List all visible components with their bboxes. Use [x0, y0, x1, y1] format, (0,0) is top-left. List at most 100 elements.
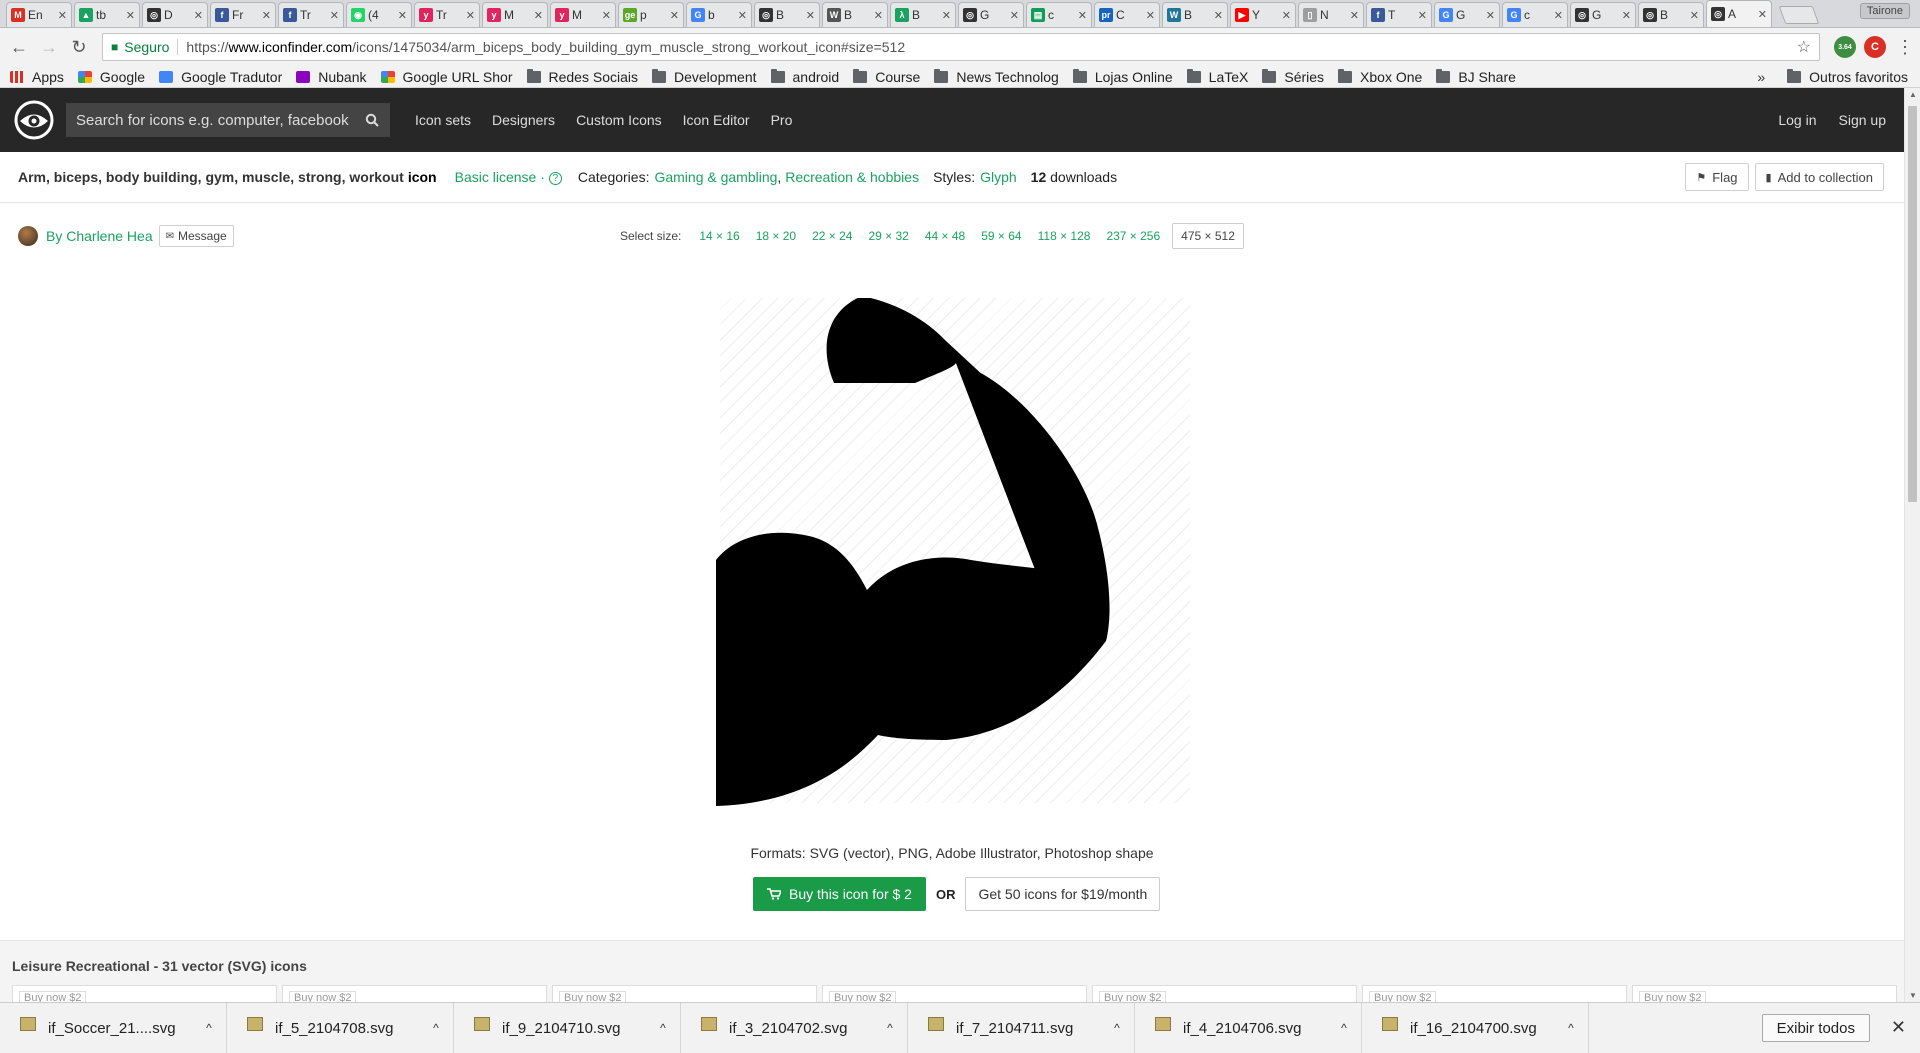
- browser-tab[interactable]: G G ✕: [1434, 2, 1500, 27]
- avatar[interactable]: [18, 226, 38, 246]
- browser-tab[interactable]: M En ✕: [6, 2, 72, 27]
- download-item[interactable]: if_7_2104711.svg ^: [908, 1002, 1135, 1053]
- close-icon[interactable]: ✕: [1891, 1017, 1906, 1038]
- tab-close-icon[interactable]: ✕: [126, 9, 135, 22]
- tab-close-icon[interactable]: ✕: [262, 9, 271, 22]
- browser-tab[interactable]: ◎ G ✕: [1570, 2, 1636, 27]
- chevron-up-icon[interactable]: ^: [419, 1021, 453, 1035]
- extension-red-icon[interactable]: C: [1864, 36, 1886, 58]
- browser-tab[interactable]: ▯ N ✕: [1298, 2, 1364, 27]
- bookmark-item[interactable]: android: [770, 68, 839, 85]
- tab-close-icon[interactable]: ✕: [1554, 9, 1563, 22]
- reload-button[interactable]: ↻: [66, 34, 92, 60]
- chevron-up-icon[interactable]: ^: [1100, 1021, 1134, 1035]
- bookmark-item[interactable]: Apps: [10, 69, 64, 85]
- tab-close-icon[interactable]: ✕: [1486, 9, 1495, 22]
- bookmark-item[interactable]: Course: [853, 68, 920, 85]
- tab-close-icon[interactable]: ✕: [1146, 9, 1155, 22]
- download-item[interactable]: if_16_2104700.svg ^: [1362, 1002, 1589, 1053]
- bookmark-item[interactable]: Séries: [1262, 68, 1324, 85]
- nav-pro[interactable]: Pro: [771, 112, 793, 128]
- nav-custom-icons[interactable]: Custom Icons: [576, 112, 662, 128]
- tab-close-icon[interactable]: ✕: [942, 9, 951, 22]
- tab-close-icon[interactable]: ✕: [1690, 9, 1699, 22]
- browser-tab[interactable]: f T ✕: [1366, 2, 1432, 27]
- help-icon[interactable]: ?: [548, 172, 562, 185]
- browser-tab[interactable]: y M ✕: [482, 2, 548, 27]
- browser-tab[interactable]: ◎ G ✕: [958, 2, 1024, 27]
- size-option[interactable]: 237 × 256: [1098, 223, 1168, 249]
- chevron-up-icon[interactable]: ^: [1554, 1021, 1588, 1035]
- chevron-up-icon[interactable]: ^: [873, 1021, 907, 1035]
- profile-button[interactable]: Tairone: [1859, 3, 1910, 19]
- browser-tab[interactable]: f Fr ✕: [210, 2, 276, 27]
- tab-close-icon[interactable]: ✕: [806, 9, 815, 22]
- browser-tab[interactable]: λ B ✕: [890, 2, 956, 27]
- icon-search-input[interactable]: [76, 111, 354, 129]
- size-option[interactable]: 22 × 24: [804, 223, 860, 249]
- download-item[interactable]: if_5_2104708.svg ^: [227, 1002, 454, 1053]
- tab-close-icon[interactable]: ✕: [330, 9, 339, 22]
- tab-close-icon[interactable]: ✕: [194, 9, 203, 22]
- new-tab-button[interactable]: [1778, 6, 1820, 24]
- forward-button[interactable]: →: [36, 34, 62, 60]
- bookmark-item[interactable]: LaTeX: [1186, 68, 1248, 85]
- bookmark-item[interactable]: Lojas Online: [1072, 68, 1173, 85]
- size-option-selected[interactable]: 475 × 512: [1172, 223, 1244, 249]
- nav-icon-sets[interactable]: Icon sets: [415, 112, 471, 128]
- tab-close-icon[interactable]: ✕: [398, 9, 407, 22]
- back-button[interactable]: ←: [6, 34, 32, 60]
- bookmark-star-icon[interactable]: ☆: [1797, 37, 1811, 57]
- browser-tab[interactable]: ◎ B ✕: [1638, 2, 1704, 27]
- download-item[interactable]: if_Soccer_21....svg ^: [0, 1002, 227, 1053]
- signup-link[interactable]: Sign up: [1839, 112, 1886, 128]
- download-item[interactable]: if_9_2104710.svg ^: [454, 1002, 681, 1053]
- chevron-up-icon[interactable]: ^: [1327, 1021, 1361, 1035]
- tab-close-icon[interactable]: ✕: [1214, 9, 1223, 22]
- tab-close-icon[interactable]: ✕: [1758, 8, 1767, 21]
- author-link[interactable]: By Charlene Hea: [46, 228, 153, 244]
- browser-tab[interactable]: Gb ✕: [686, 2, 752, 27]
- download-item[interactable]: if_4_2104706.svg ^: [1135, 1002, 1362, 1053]
- tab-close-icon[interactable]: ✕: [1010, 9, 1019, 22]
- tab-close-icon[interactable]: ✕: [1418, 9, 1427, 22]
- size-option[interactable]: 118 × 128: [1030, 223, 1099, 249]
- bookmark-item[interactable]: Google: [77, 69, 145, 85]
- browser-tab[interactable]: W B ✕: [822, 2, 888, 27]
- tab-close-icon[interactable]: ✕: [1622, 9, 1631, 22]
- browser-tab[interactable]: ge p ✕: [618, 2, 684, 27]
- tab-close-icon[interactable]: ✕: [1078, 9, 1087, 22]
- license-link[interactable]: Basic license ·?: [455, 169, 562, 185]
- bookmark-item[interactable]: BJ Share: [1436, 68, 1516, 85]
- browser-tab[interactable]: ▶ Y ✕: [1230, 2, 1296, 27]
- bookmark-item[interactable]: Nubank: [296, 69, 367, 85]
- tab-close-icon[interactable]: ✕: [1350, 9, 1359, 22]
- bookmark-item[interactable]: Redes Sociais: [526, 68, 638, 85]
- related-set-title[interactable]: Leisure Recreational - 31 vector (SVG) i…: [12, 958, 307, 974]
- browser-tab[interactable]: W B ✕: [1162, 2, 1228, 27]
- tab-close-icon[interactable]: ✕: [534, 9, 543, 22]
- browser-tab[interactable]: ◎ B ✕: [754, 2, 820, 27]
- chevron-up-icon[interactable]: ^: [192, 1021, 226, 1035]
- chevron-up-icon[interactable]: ^: [646, 1021, 680, 1035]
- nav-icon-editor[interactable]: Icon Editor: [683, 112, 750, 128]
- iconfinder-logo-icon[interactable]: [14, 100, 54, 140]
- search-button[interactable]: [354, 113, 390, 127]
- tab-close-icon[interactable]: ✕: [466, 9, 475, 22]
- style-link-glyph[interactable]: Glyph: [980, 169, 1017, 185]
- tab-close-icon[interactable]: ✕: [670, 9, 679, 22]
- browser-tab[interactable]: ▲ tb ✕: [74, 2, 140, 27]
- category-link-recreation[interactable]: Recreation & hobbies: [785, 169, 919, 185]
- address-bar[interactable]: ■ Seguro https://www.iconfinder.com/icon…: [102, 33, 1820, 61]
- tab-close-icon[interactable]: ✕: [602, 9, 611, 22]
- other-bookmarks-folder[interactable]: Outros favoritos: [1787, 69, 1908, 85]
- bookmark-item[interactable]: Google URL Shor: [380, 69, 513, 85]
- browser-tab[interactable]: f Tr ✕: [278, 2, 344, 27]
- browser-tab[interactable]: ◎ A ✕: [1706, 0, 1772, 27]
- show-all-downloads-button[interactable]: Exibir todos: [1761, 1014, 1870, 1042]
- browser-tab[interactable]: ▤ c ✕: [1026, 2, 1092, 27]
- buy-icon-button[interactable]: Buy this icon for $ 2: [753, 877, 926, 911]
- tab-close-icon[interactable]: ✕: [738, 9, 747, 22]
- bookmark-item[interactable]: Development: [652, 68, 757, 85]
- scroll-down-icon[interactable]: ▼: [1909, 991, 1917, 1000]
